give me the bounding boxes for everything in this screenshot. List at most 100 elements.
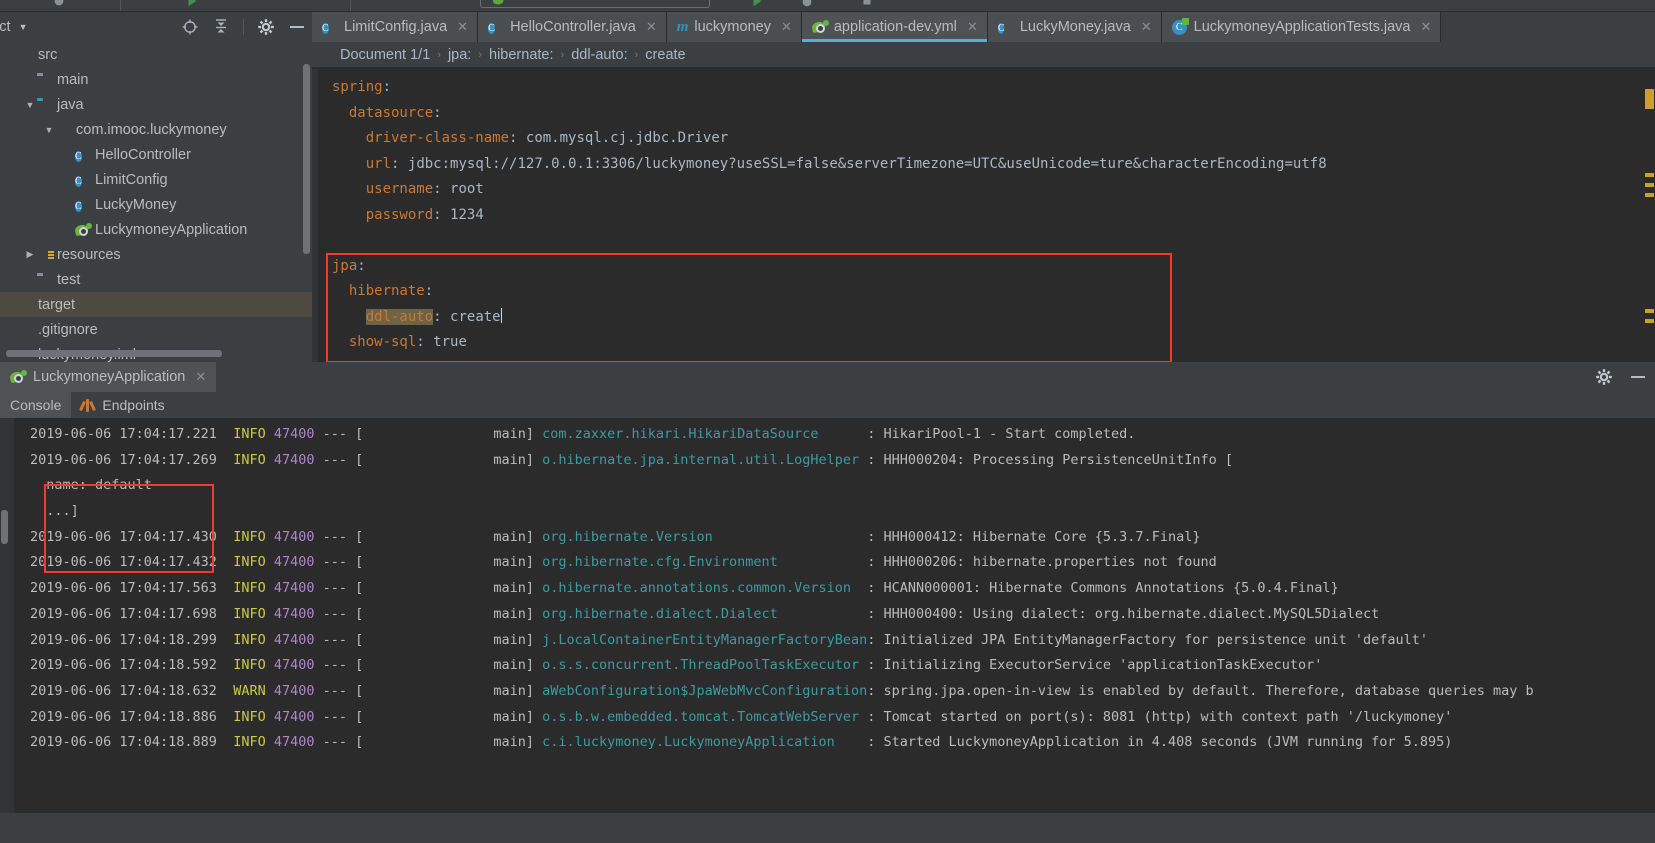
breadcrumb-item[interactable]: create	[645, 47, 685, 63]
close-icon[interactable]: ✕	[457, 19, 468, 35]
yaml-colon: :	[509, 130, 518, 146]
excluded-folder-icon	[18, 297, 34, 313]
code-line[interactable]	[312, 228, 1655, 254]
editor-tab-luckymoneyapplicationtests-java[interactable]: C LuckymoneyApplicationTests.java ✕	[1161, 12, 1442, 42]
editor-tab-luckymoney-java[interactable]: C LuckyMoney.java ✕	[987, 12, 1162, 42]
run-button-icon[interactable]	[750, 0, 764, 8]
run-configuration-icon[interactable]	[492, 0, 506, 8]
log-separator: --- [	[322, 451, 364, 468]
log-timestamp: 2019-06-06 17:04:18.592	[30, 657, 217, 674]
hide-icon[interactable]	[288, 18, 306, 36]
run-icon[interactable]	[185, 0, 199, 8]
console-line: 2019-06-06 17:04:18.889 INFO 47400 --- […	[14, 730, 1655, 756]
close-icon[interactable]: ✕	[1420, 19, 1431, 35]
close-icon[interactable]: ✕	[967, 19, 978, 35]
chevron-down-icon[interactable]: ▼	[19, 22, 28, 32]
log-logger: c.i.luckymoney.LuckymoneyApplication	[542, 734, 868, 751]
yaml-key: password	[365, 206, 434, 223]
editor-tab-application-dev-yml[interactable]: application-dev.yml ✕	[801, 12, 988, 42]
breadcrumb-item[interactable]: jpa:	[448, 47, 471, 63]
log-message: : HCANN000001: Hibernate Commons Annotat…	[867, 580, 1339, 597]
tree-item-luckymoney[interactable]: C LuckyMoney	[0, 192, 312, 217]
tree-item-resources[interactable]: ▶ resources	[0, 242, 312, 267]
log-separator: --- [	[322, 580, 364, 597]
editor-tab-luckymoney[interactable]: m luckymoney ✕	[666, 12, 802, 42]
editor-tab-limitconfig-java[interactable]: C LimitConfig.java ✕	[312, 12, 479, 42]
minimize-icon[interactable]	[1629, 368, 1647, 386]
project-panel-title[interactable]: ject	[0, 19, 11, 35]
class-icon: C	[75, 175, 82, 187]
log-thread: main]	[363, 631, 534, 648]
close-icon[interactable]: ✕	[195, 369, 206, 385]
tree-vertical-scrollbar[interactable]	[303, 64, 310, 254]
gear-icon[interactable]	[1595, 368, 1613, 386]
console-line: 2019-06-06 17:04:17.221 INFO 47400 --- […	[14, 422, 1655, 448]
project-tree[interactable]: src main ▼ java ▼ com.imooc.luckymoney C HelloC…	[0, 42, 312, 363]
log-separator: --- [	[322, 426, 364, 442]
run-sub-tabs[interactable]: Console Endpoints	[0, 392, 1655, 418]
stop-button-icon[interactable]	[860, 0, 874, 8]
spring-boot-icon	[810, 19, 829, 35]
tree-item-java[interactable]: ▼ java	[0, 92, 312, 117]
close-icon[interactable]: ✕	[1141, 19, 1152, 35]
run-subtab-console[interactable]: Console	[0, 392, 72, 418]
breadcrumb-item[interactable]: Document 1/1	[340, 47, 430, 63]
tree-item--gitignore[interactable]: .gitignore	[0, 317, 312, 342]
collapse-all-icon[interactable]	[212, 18, 230, 36]
run-subtab-endpoints[interactable]: Endpoints	[71, 392, 174, 418]
yaml-value: jdbc:mysql://127.0.0.1:3306/luckymoney?u…	[407, 155, 1327, 172]
close-icon[interactable]: ✕	[781, 19, 792, 35]
editor-tab-hellocontroller-java[interactable]: C HelloController.java ✕	[478, 12, 667, 42]
toolbar-icon-1[interactable]	[52, 0, 66, 8]
log-message: : Initializing ExecutorService 'applicat…	[867, 657, 1323, 674]
breadcrumb[interactable]: Document 1/1 › jpa: › hibernate: › ddl-auto: › c…	[312, 42, 1655, 68]
yaml-key: url	[365, 155, 392, 172]
tree-twisty[interactable]: ▼	[23, 100, 37, 110]
debug-button-icon[interactable]	[800, 0, 814, 8]
log-logger: org.hibernate.cfg.Environment	[542, 554, 868, 571]
tab-label: luckymoney	[694, 19, 771, 35]
log-thread: main]	[363, 451, 534, 468]
tree-item-main[interactable]: main	[0, 67, 312, 92]
ide-window: ject ▼	[0, 0, 1655, 843]
log-logger: o.s.s.concurrent.ThreadPoolTaskExecutor	[542, 657, 868, 674]
log-thread: main]	[363, 682, 534, 699]
tree-item-luckymoneyapplication[interactable]: LuckymoneyApplication	[0, 217, 312, 242]
tree-item-src[interactable]: src	[0, 42, 312, 67]
code-line[interactable]: spring:	[312, 75, 1655, 101]
editor-marker-track[interactable]	[1643, 69, 1655, 362]
log-timestamp: 2019-06-06 17:04:17.269	[30, 451, 217, 468]
tree-horizontal-scrollbar[interactable]	[6, 350, 222, 357]
log-level: INFO	[233, 657, 266, 674]
tree-twisty[interactable]: ▼	[42, 125, 56, 135]
log-level: WARN	[233, 682, 266, 699]
source-folder-icon	[37, 97, 53, 113]
code-line[interactable]: password: 1234	[312, 203, 1655, 229]
breadcrumb-item[interactable]: ddl-auto:	[571, 47, 627, 63]
tree-twisty[interactable]: ▶	[23, 249, 37, 260]
breadcrumb-item[interactable]: hibernate:	[489, 47, 554, 63]
console-output[interactable]: 2019-06-06 17:04:17.221 INFO 47400 --- […	[14, 418, 1655, 843]
tree-item-hellocontroller[interactable]: C HelloController	[0, 142, 312, 167]
log-logger: aWebConfiguration$JpaWebMvcConfiguration	[542, 682, 868, 699]
run-configuration-tab[interactable]: LuckymoneyApplication ✕	[0, 362, 217, 392]
tree-item-test[interactable]: test	[0, 267, 312, 292]
log-separator: --- [	[322, 605, 364, 622]
code-line[interactable]: url: jdbc:mysql://127.0.0.1:3306/luckymo…	[312, 152, 1655, 178]
code-line[interactable]: username: root	[312, 177, 1655, 203]
code-line[interactable]: driver-class-name: com.mysql.cj.jdbc.Dri…	[312, 126, 1655, 152]
editor-tab-bar[interactable]: C LimitConfig.java ✕ C HelloController.java ✕…	[312, 12, 1655, 42]
yaml-value: root	[450, 181, 484, 197]
yaml-key: driver-class-name	[365, 130, 510, 146]
code-line[interactable]: datasource:	[312, 101, 1655, 127]
tree-item-limitconfig[interactable]: C LimitConfig	[0, 167, 312, 192]
gear-icon[interactable]	[257, 18, 275, 36]
close-icon[interactable]: ✕	[646, 19, 657, 35]
console-scrollbar-thumb[interactable]	[1, 510, 8, 544]
tree-item-target[interactable]: target	[0, 292, 312, 317]
yaml-key: username	[365, 181, 434, 197]
console-line: 2019-06-06 17:04:17.269 INFO 47400 --- […	[14, 448, 1655, 474]
locate-icon[interactable]	[181, 18, 199, 36]
tab-label: application-dev.yml	[833, 19, 957, 35]
tree-item-com-imooc-luckymoney[interactable]: ▼ com.imooc.luckymoney	[0, 117, 312, 142]
